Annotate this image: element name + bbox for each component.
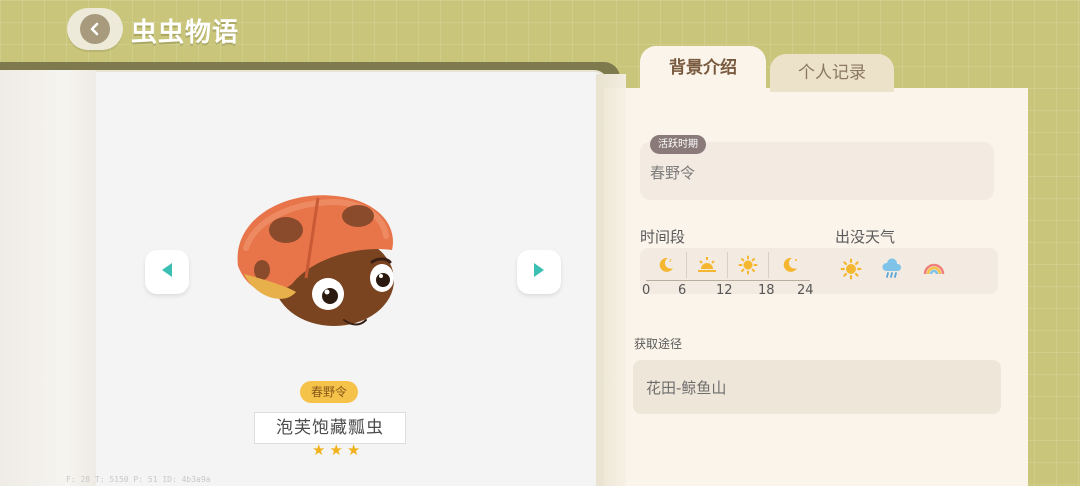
source-label: 获取途径 [634, 337, 683, 351]
rain-cloud-icon [880, 258, 904, 284]
svg-text:z: z [669, 258, 672, 264]
ladybug-illustration [226, 188, 406, 338]
page-fold [0, 70, 96, 486]
chevron-left-icon [80, 14, 110, 44]
active-period-tag: 活跃时期 [650, 135, 706, 154]
previous-bug-button[interactable] [145, 250, 189, 294]
star-icon: ★ [346, 441, 361, 459]
time-period-label: 时间段 [640, 228, 686, 246]
rainbow-icon [922, 258, 946, 284]
time-axis [646, 280, 810, 281]
star-icon: ★ [329, 441, 343, 459]
arrow-left-icon [160, 262, 174, 282]
active-period-value: 春野令 [650, 164, 696, 182]
time-tick: 24 [797, 283, 814, 298]
time-tick: 18 [758, 283, 775, 298]
time-tick: 12 [716, 283, 733, 298]
rarity-stars: ★ ★ ★ [312, 442, 360, 458]
weather-label: 出没天气 [835, 228, 896, 246]
season-badge: 春野令 [300, 381, 358, 403]
debug-overlay: F: 28 T: 5150 P: 51 ID: 4b3a9a [66, 475, 211, 484]
star-icon: ★ [312, 441, 326, 459]
time-period-icons: z [646, 252, 810, 278]
time-tick: 6 [678, 283, 687, 298]
next-bug-button[interactable] [517, 250, 561, 294]
weather-icons [840, 258, 946, 284]
time-tick: 0 [642, 283, 651, 298]
page-title: 虫虫物语 [131, 18, 240, 48]
tab-personal-record[interactable]: 个人记录 [770, 54, 894, 92]
sun-icon [728, 252, 769, 278]
arrow-right-icon [532, 262, 546, 282]
back-button[interactable] [67, 8, 123, 50]
sun-icon [840, 258, 862, 284]
tab-background[interactable]: 背景介绍 [640, 46, 766, 92]
source-value: 花田-鲸鱼山 [646, 379, 727, 397]
bug-name: 泡芙饱藏瓢虫 [254, 412, 406, 444]
moon-icon: z [646, 252, 687, 278]
moon-icon [769, 252, 810, 278]
sunrise-icon [687, 252, 728, 278]
